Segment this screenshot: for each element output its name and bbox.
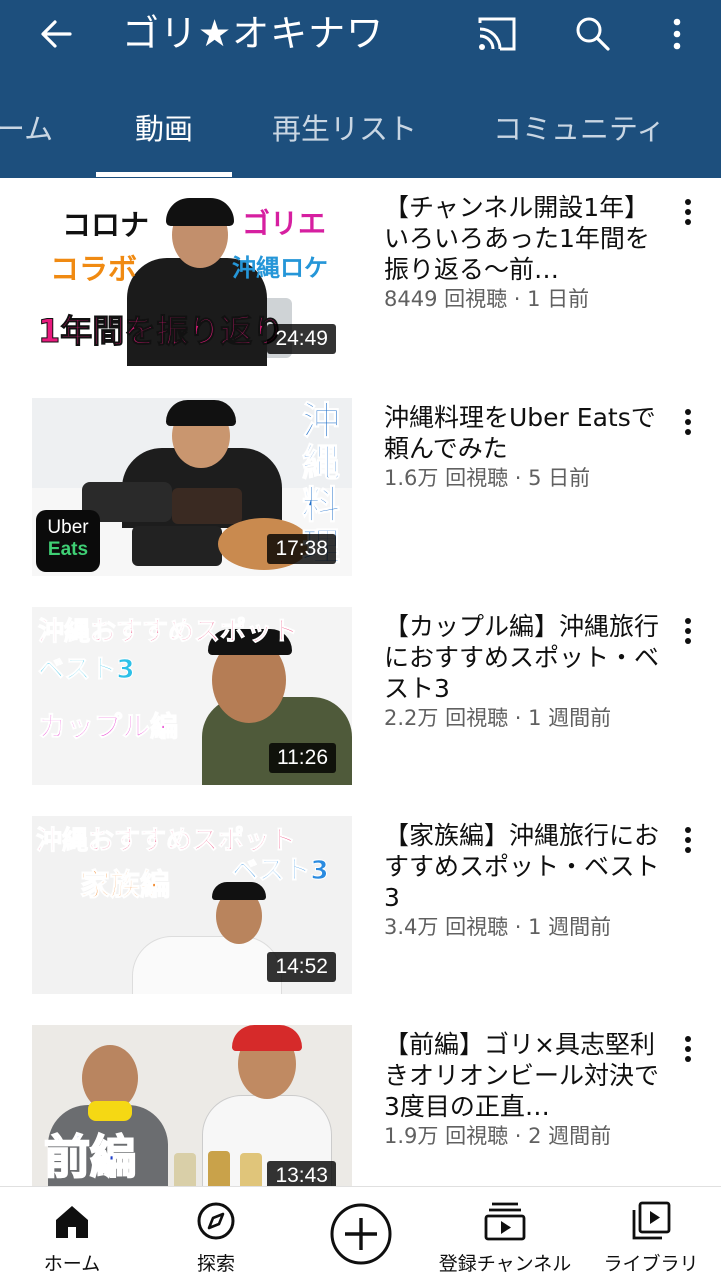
search-button[interactable] [568, 10, 616, 58]
video-menu-button[interactable] [672, 617, 704, 657]
video-thumbnail[interactable]: 前編 13:43 [32, 1025, 352, 1186]
tab-community[interactable]: コミュニティ [493, 90, 665, 178]
person-hair [166, 400, 236, 426]
bottom-navigation: ホーム 探索 登録チャンネル ライブラリ [0, 1186, 721, 1280]
thumb-text: コラボ [50, 252, 138, 286]
thumb-text: 沖縄ロケ [232, 254, 328, 282]
nav-label: 登録チャンネル [438, 1253, 572, 1275]
home-icon [50, 1201, 94, 1241]
explore-icon [194, 1201, 238, 1241]
video-duration: 13:43 [267, 1161, 336, 1186]
nav-explore[interactable]: 探索 [166, 1187, 266, 1280]
video-menu-button[interactable] [672, 408, 704, 448]
tab-videos[interactable]: 動画 [96, 90, 232, 178]
thumb-text: ベスト3 [232, 856, 330, 887]
video-duration: 17:38 [267, 534, 336, 564]
video-info: 【カップル編】沖縄旅行におすすめスポット・ベスト3 2.2万 回視聴 · 1 週… [384, 611, 664, 731]
thumb-text: 前編 [43, 1129, 137, 1185]
more-vert-icon [685, 199, 691, 225]
video-meta: 1.6万 回視聴 · 5 日前 [384, 466, 591, 490]
video-item[interactable]: 沖縄おすすめスポット 家族編 ベスト3 14:52 【家族編】沖縄旅行におすすめ… [0, 816, 721, 996]
video-title[interactable]: 【家族編】沖縄旅行におすすめスポット・ベスト3 [384, 820, 664, 913]
app-header: ゴリ★オキナワ ーム 動画 再生リスト コミュニティ [0, 0, 721, 178]
video-meta: 1.9万 回視聴 · 2 週間前 [384, 1124, 612, 1148]
food-bowl [172, 488, 242, 524]
thumb-text: コロナ [62, 208, 150, 242]
more-vert-icon [685, 827, 691, 853]
nav-label: ライブラリ [603, 1253, 699, 1275]
video-info: 沖縄料理をUber Eatsで頼んでみた 1.6万 回視聴 · 5 日前 [384, 402, 664, 491]
video-info: 【家族編】沖縄旅行におすすめスポット・ベスト3 3.4万 回視聴 · 1 週間前 [384, 820, 664, 940]
video-item[interactable]: 沖縄料理 Uber Eats 17:38 沖縄料理をUber Eatsで頼んでみ… [0, 398, 721, 578]
channel-title: ゴリ★オキナワ [122, 12, 385, 55]
cast-icon [478, 17, 516, 51]
video-title[interactable]: 【前編】ゴリ×具志堅利きオリオンビール対決で3度目の正直… [384, 1029, 664, 1122]
library-icon [629, 1201, 673, 1241]
more-options-button[interactable] [660, 10, 694, 58]
video-meta: 2.2万 回視聴 · 1 週間前 [384, 706, 612, 730]
nav-create[interactable] [316, 1187, 406, 1280]
create-icon [328, 1201, 394, 1267]
video-meta: 8449 回視聴 · 1 日前 [384, 287, 590, 311]
more-vert-icon [673, 18, 681, 50]
active-tab-indicator [96, 172, 232, 177]
tab-playlists[interactable]: 再生リスト [272, 90, 417, 178]
person-figure [132, 936, 282, 994]
thumb-text: 沖縄おすすめスポット [37, 617, 299, 648]
more-vert-icon [685, 1036, 691, 1062]
nav-subscriptions[interactable]: 登録チャンネル [430, 1187, 580, 1280]
back-button[interactable] [32, 12, 80, 56]
search-icon [576, 17, 610, 51]
uber-eats-logo: Uber Eats [36, 510, 100, 572]
video-title[interactable]: 【チャンネル開設1年】いろいろあった1年間を振り返る～前… [384, 192, 664, 285]
video-thumbnail[interactable]: 沖縄おすすめスポット ベスト3 カップル編 11:26 [32, 607, 352, 785]
video-thumbnail[interactable]: 沖縄おすすめスポット 家族編 ベスト3 14:52 [32, 816, 352, 994]
beer-can [174, 1153, 196, 1186]
beer-can [240, 1153, 262, 1186]
video-item[interactable]: コロナ ゴリエ コラボ 沖縄ロケ 1年間を振り返り 24:49 【チャンネル開設… [0, 188, 721, 368]
video-thumbnail[interactable]: 沖縄料理 Uber Eats 17:38 [32, 398, 352, 576]
video-title[interactable]: 沖縄料理をUber Eatsで頼んでみた [384, 402, 664, 464]
video-item[interactable]: 前編 13:43 【前編】ゴリ×具志堅利きオリオンビール対決で3度目の正直… 1… [0, 1025, 721, 1186]
video-menu-button[interactable] [672, 826, 704, 866]
top-bar: ゴリ★オキナワ [0, 0, 721, 70]
video-meta: 3.4万 回視聴 · 1 週間前 [384, 915, 612, 939]
back-arrow-icon [41, 20, 72, 48]
nav-library[interactable]: ライブラリ [594, 1187, 708, 1280]
more-vert-icon [685, 618, 691, 644]
video-info: 【チャンネル開設1年】いろいろあった1年間を振り返る～前… 8449 回視聴 ·… [384, 192, 664, 312]
thumb-text: 1年間を振り返り [37, 312, 285, 351]
thumb-text: ゴリエ [242, 207, 327, 240]
person-headband [232, 1025, 302, 1051]
nav-label: 探索 [196, 1253, 235, 1275]
video-title[interactable]: 【カップル編】沖縄旅行におすすめスポット・ベスト3 [384, 611, 664, 704]
video-info: 【前編】ゴリ×具志堅利きオリオンビール対決で3度目の正直… 1.9万 回視聴 ·… [384, 1029, 664, 1149]
video-item[interactable]: 沖縄おすすめスポット ベスト3 カップル編 11:26 【カップル編】沖縄旅行に… [0, 607, 721, 787]
video-duration: 14:52 [267, 952, 336, 982]
subscriptions-icon [483, 1201, 527, 1241]
thumb-text: 家族編 [80, 868, 171, 904]
beer-can [208, 1151, 230, 1186]
person-hair [166, 198, 234, 226]
more-vert-icon [685, 409, 691, 435]
nav-home[interactable]: ホーム [22, 1187, 122, 1280]
channel-tabs: ーム 動画 再生リスト コミュニティ [0, 90, 721, 178]
cast-button[interactable] [470, 10, 522, 58]
video-duration: 11:26 [269, 743, 336, 773]
nav-label: ホーム [43, 1253, 101, 1275]
video-list: コロナ ゴリエ コラボ 沖縄ロケ 1年間を振り返り 24:49 【チャンネル開設… [0, 178, 721, 1186]
tab-home[interactable]: ーム [0, 90, 53, 178]
thumb-text: カップル編 [37, 710, 179, 744]
video-duration: 24:49 [267, 324, 336, 354]
bow-tie [88, 1101, 132, 1121]
thumb-text: ベスト3 [38, 655, 136, 686]
food-bowl [132, 526, 222, 566]
video-menu-button[interactable] [672, 1035, 704, 1075]
video-menu-button[interactable] [672, 198, 704, 238]
video-thumbnail[interactable]: コロナ ゴリエ コラボ 沖縄ロケ 1年間を振り返り 24:49 [32, 188, 352, 366]
